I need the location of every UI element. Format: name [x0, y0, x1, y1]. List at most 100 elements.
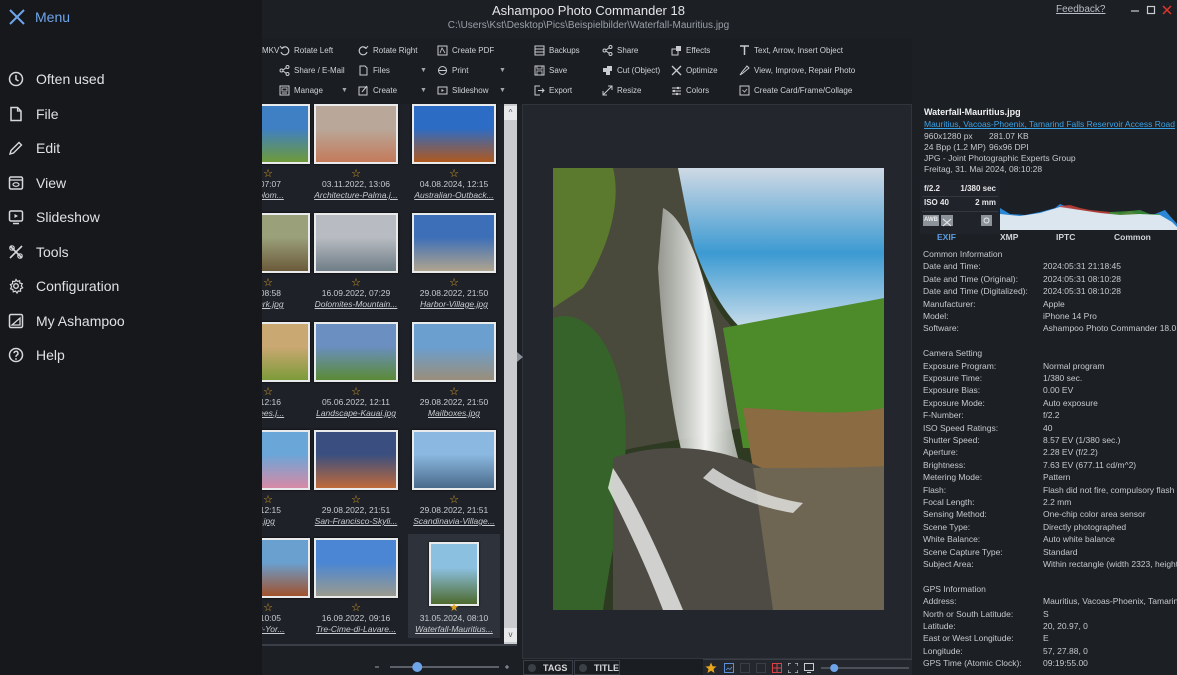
split-view-button[interactable]: [755, 662, 767, 674]
create-button[interactable]: Create ▼: [358, 81, 427, 99]
rotate-left-button[interactable]: Rotate Left: [279, 41, 333, 59]
red-eye-button[interactable]: [771, 662, 783, 674]
fit-view-button[interactable]: [723, 662, 735, 674]
files-button[interactable]: Files ▼: [358, 61, 427, 79]
thumbnail-item[interactable]: ☆ 05.06.2022, 12:11 Landscape-Kauai.jpg: [310, 318, 402, 422]
thumbnail-item[interactable]: ☆ 03.11.2022, 13:06 Architecture-Palma.j..…: [310, 104, 402, 204]
thumbnail-date: 04.08.2024, 12:15: [419, 179, 489, 189]
thumbnail-date: 16.09.2022, 09:16: [321, 613, 391, 623]
ribbon-cutoff-mkv[interactable]: MKV: [262, 41, 279, 59]
thumbnail-item[interactable]: ☆ 16.09.2022, 09:16 Tre-Cime-di-Lavare...: [310, 534, 402, 638]
info-bpp: 24 Bpp (1.2 MP): [924, 142, 986, 152]
colors-button[interactable]: Colors: [671, 81, 709, 99]
thumbnail-filename[interactable]: Waterfall-Mauritius...: [404, 624, 504, 634]
exif-value: S: [1043, 608, 1049, 619]
left-panel-splitter[interactable]: [517, 349, 523, 362]
exif-row: East or West Longitude: E: [923, 633, 1177, 645]
tags-button[interactable]: TAGS: [523, 660, 573, 675]
thumbnail-filename[interactable]: Scandinavia-Village...: [404, 516, 504, 526]
thumbnail-filename[interactable]: Harbor-Village.jpg: [404, 299, 504, 309]
chevron-down-icon[interactable]: ▼: [420, 87, 427, 94]
save-button[interactable]: Save: [534, 61, 567, 79]
menu-item-label: Tools: [36, 244, 69, 260]
scroll-down-arrow[interactable]: v: [504, 628, 517, 642]
compare-view-button[interactable]: [739, 662, 751, 674]
info-tab-iptc[interactable]: IPTC: [1056, 232, 1075, 242]
thumbnail-item[interactable]: ☆ 29.08.2022, 21:51 Scandinavia-Village...: [408, 426, 500, 530]
thumbnail-scrollbar[interactable]: ^ v: [504, 104, 517, 644]
menu-item-label: Often used: [36, 71, 105, 87]
thumbnail-filename[interactable]: Tre-Cime-di-Lavare...: [306, 624, 406, 634]
thumbnail-item[interactable]: ☆, 07:07Dolom...: [262, 104, 314, 204]
resize-button[interactable]: Resize: [602, 81, 641, 99]
chevron-down-icon[interactable]: ▼: [341, 87, 348, 94]
fullscreen-button[interactable]: [787, 662, 799, 674]
info-location-link[interactable]: Mauritius, Vacoas-Phoenix, Tamarind Fall…: [924, 119, 1175, 129]
menu-item-file[interactable]: File: [8, 103, 248, 125]
chevron-down-icon[interactable]: ▼: [499, 87, 506, 94]
title-button[interactable]: TITLE: [574, 660, 620, 675]
export-icon: [534, 85, 545, 96]
thumbnail-item[interactable]: ☆ 29.08.2022, 21:50 Mailboxes.jpg: [408, 318, 500, 422]
thumbnail-image: [262, 430, 310, 490]
text-arrow-insert-button[interactable]: Text, Arrow, Insert Object: [739, 41, 843, 59]
exif-row: ISO Speed Ratings: 40: [923, 423, 1177, 435]
share-email-label: Share / E-Mail: [294, 65, 345, 75]
monitor-button[interactable]: [803, 662, 815, 674]
menu-item-view[interactable]: View: [8, 172, 248, 194]
thumbnail-item[interactable]: ☆ 29.08.2022, 21:50 Harbor-Village.jpg: [408, 209, 500, 313]
thumbnail-image: [412, 322, 496, 382]
menu-item-edit[interactable]: Edit: [8, 137, 248, 159]
main-photo[interactable]: [553, 168, 884, 610]
thumbnail-filename[interactable]: Architecture-Palma.j...: [306, 190, 406, 200]
effects-button[interactable]: Effects: [671, 41, 710, 59]
thumbnail-item[interactable]: ★ 31.05.2024, 08:10 Waterfall-Mauritius...: [408, 534, 500, 638]
cut-object-button[interactable]: Cut (Object): [602, 61, 660, 79]
menu-item-my-ashampoo[interactable]: My Ashampoo: [8, 310, 248, 332]
thumbnail-filename[interactable]: San-Francisco-Skyli...: [306, 516, 406, 526]
thumbnail-item[interactable]: ☆ 04.08.2024, 12:15 Australian-Outback...: [408, 104, 500, 204]
horizontal-scrollbar[interactable]: [262, 644, 517, 646]
close-button[interactable]: [1158, 2, 1176, 18]
print-button[interactable]: Print ▼: [437, 61, 506, 79]
chevron-down-icon[interactable]: ▼: [420, 67, 427, 74]
menu-item-configuration[interactable]: Configuration: [8, 275, 248, 297]
title-label: TITLE: [594, 662, 619, 673]
menu-item-slideshow[interactable]: Slideshow: [8, 206, 248, 228]
export-button[interactable]: Export: [534, 81, 572, 99]
create-pdf-button[interactable]: Create PDF: [437, 41, 494, 59]
slideshow-button[interactable]: Slideshow ▼: [437, 81, 506, 99]
backups-button[interactable]: Backups: [534, 41, 580, 59]
create-card-button[interactable]: Create Card/Frame/Collage: [739, 81, 852, 99]
thumbnail-filename[interactable]: Landscape-Kauai.jpg: [306, 408, 406, 418]
feedback-link[interactable]: Feedback?: [1056, 4, 1105, 15]
view-improve-button[interactable]: View, Improve, Repair Photo: [739, 61, 855, 79]
thumbnail-filename[interactable]: Australian-Outback...: [404, 190, 504, 200]
chevron-down-icon[interactable]: ▼: [499, 67, 506, 74]
exif-value: Auto exposure: [1043, 397, 1098, 408]
info-tab-exif[interactable]: EXIF: [937, 232, 956, 242]
optimize-button[interactable]: Optimize: [671, 61, 718, 79]
info-tab-common[interactable]: Common: [1114, 232, 1151, 242]
menu-item-tools[interactable]: Tools: [8, 241, 248, 263]
viewer-zoom-slider[interactable]: [819, 662, 911, 674]
scroll-up-arrow[interactable]: ^: [504, 106, 517, 120]
share-email-button[interactable]: Share / E-Mail: [279, 61, 345, 79]
thumbnail-filename[interactable]: Mailboxes.jpg: [404, 408, 504, 418]
thumbnail-filename[interactable]: Dolomites-Mountain...: [306, 299, 406, 309]
section-title: GPS Information: [923, 583, 986, 594]
no-flash-icon: [941, 215, 953, 227]
exif-row: Longitude: 57, 27.88, 0: [923, 646, 1177, 658]
menu-close-button[interactable]: Menu: [8, 8, 70, 26]
menu-item-help[interactable]: Help: [8, 344, 248, 366]
thumbnail-size-slider[interactable]: [372, 660, 512, 672]
thumbnail-item[interactable]: ☆ 29.08.2022, 21:51 San-Francisco-Skyli...: [310, 426, 402, 530]
menu-item-often-used[interactable]: Often used: [8, 68, 248, 90]
share-button[interactable]: Share: [602, 41, 638, 59]
manage-button[interactable]: Manage ▼: [279, 81, 348, 99]
info-tab-xmp[interactable]: XMP: [1000, 232, 1018, 242]
rotate-right-button[interactable]: Rotate Right: [358, 41, 417, 59]
favorite-star-button[interactable]: [705, 662, 717, 674]
thumbnail-item[interactable]: ☆ 16.09.2022, 07:29 Dolomites-Mountain...: [310, 209, 402, 313]
info-dimensions: 960x1280 px: [924, 131, 973, 141]
